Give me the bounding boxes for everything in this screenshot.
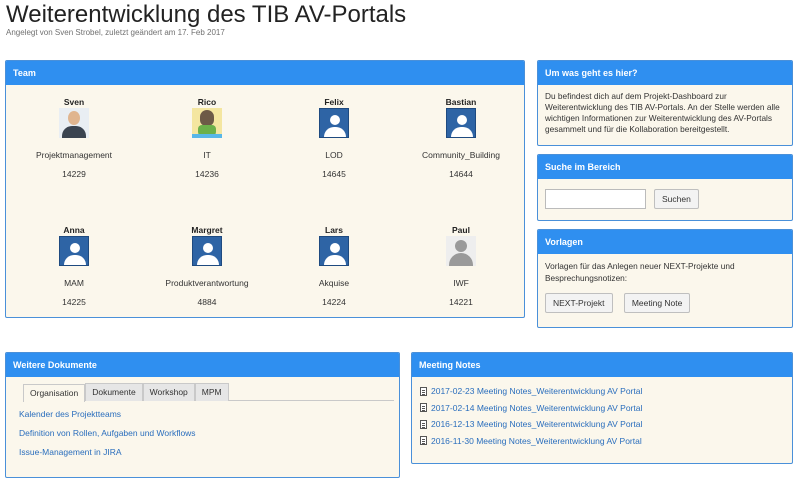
about-text: Du befindest dich auf dem Projekt-Dashbo… [545, 91, 780, 134]
member-number: 14645 [322, 169, 346, 179]
member-name[interactable]: Sven [14, 97, 134, 107]
next-project-template-button[interactable]: NEXT-Projekt [545, 293, 613, 313]
member-number: 14221 [449, 297, 473, 307]
grey-user-avatar-icon[interactable] [446, 236, 476, 266]
meeting-notes-panel-header: Meeting Notes [412, 353, 792, 377]
member-name[interactable]: Paul [401, 225, 521, 235]
meeting-note-link[interactable]: 2017-02-14 Meeting Notes_Weiterentwicklu… [431, 403, 642, 413]
tab-workshop[interactable]: Workshop [142, 383, 195, 401]
about-panel: Um was geht es hier? Du befindest dich a… [537, 60, 793, 146]
member-role: LOD [325, 150, 343, 160]
list-item: 2017-02-23 Meeting Notes_Weiterentwicklu… [420, 383, 792, 400]
member-number: 14229 [62, 169, 86, 179]
file-icon [420, 419, 427, 429]
member-name[interactable]: Rico [147, 97, 267, 107]
member-number: 14236 [195, 169, 219, 179]
member-number: 14224 [322, 297, 346, 307]
member-role: Akquise [318, 278, 350, 288]
list-item: 2016-11-30 Meeting Notes_Weiterentwicklu… [420, 433, 792, 450]
member-name[interactable]: Margret [147, 225, 267, 235]
member-number: 14225 [62, 297, 86, 307]
tab-organisation[interactable]: Organisation [23, 384, 86, 402]
documents-tabs: Organisation Dokumente Workshop MPM [23, 383, 394, 402]
member-role: Projektmanagement [35, 150, 113, 160]
team-grid: Sven Projektmanagement 14229 Rico IT 142… [6, 85, 524, 315]
team-member-paul[interactable]: Paul IWF 14221 [401, 225, 521, 307]
document-link[interactable]: Kalender des Projektteams [19, 405, 399, 424]
member-name[interactable]: Anna [14, 225, 134, 235]
page-title: Weiterentwicklung des TIB AV-Portals [6, 1, 407, 28]
file-icon [420, 403, 427, 413]
documents-panel-header: Weitere Dokumente [6, 353, 399, 377]
tab-mpm[interactable]: MPM [194, 383, 229, 401]
default-user-avatar-icon[interactable] [446, 108, 476, 138]
search-panel-header: Suche im Bereich [538, 155, 792, 179]
meeting-note-link[interactable]: 2017-02-23 Meeting Notes_Weiterentwicklu… [431, 386, 642, 396]
list-item: 2017-02-14 Meeting Notes_Weiterentwicklu… [420, 400, 792, 417]
member-role: IT [203, 150, 211, 160]
documents-panel: Weitere Dokumente Organisation Dokumente… [5, 352, 400, 478]
default-user-avatar-icon[interactable] [319, 108, 349, 138]
templates-panel: Vorlagen Vorlagen für das Anlegen neuer … [537, 229, 793, 328]
member-number: 14644 [449, 169, 473, 179]
team-panel-header: Team [6, 61, 524, 85]
default-user-avatar-icon[interactable] [59, 236, 89, 266]
page-byline: Angelegt von Sven Strobel, zuletzt geänd… [6, 28, 225, 37]
team-panel: Team Sven Projektmanagement 14229 Rico I… [5, 60, 525, 318]
team-member-sven[interactable]: Sven Projektmanagement 14229 [14, 97, 134, 179]
member-name[interactable]: Felix [274, 97, 394, 107]
documents-link-list: Kalender des Projektteams Definition von… [19, 405, 399, 462]
member-role: MAM [64, 278, 84, 288]
team-member-bastian[interactable]: Bastian Community_Building 14644 [401, 97, 521, 179]
team-member-felix[interactable]: Felix LOD 14645 [274, 97, 394, 179]
meeting-note-template-button[interactable]: Meeting Note [623, 293, 691, 313]
meeting-notes-panel: Meeting Notes 2017-02-23 Meeting Notes_W… [411, 352, 793, 464]
member-number: 4884 [197, 297, 217, 307]
team-member-lars[interactable]: Lars Akquise 14224 [274, 225, 394, 307]
list-item: 2016-12-13 Meeting Notes_Weiterentwicklu… [420, 416, 792, 433]
cartoon-avatar-icon[interactable] [192, 108, 222, 138]
member-name[interactable]: Lars [274, 225, 394, 235]
member-role: Community_Building [422, 150, 500, 160]
member-role: IWF [453, 278, 469, 288]
search-input[interactable] [545, 189, 646, 209]
team-member-margret[interactable]: Margret Produktverantwortung 4884 [147, 225, 267, 307]
team-member-rico[interactable]: Rico IT 14236 [147, 97, 267, 179]
search-panel: Suche im Bereich Suchen [537, 154, 793, 221]
member-name[interactable]: Bastian [401, 97, 521, 107]
member-role: Produktverantwortung [165, 278, 249, 288]
about-panel-header: Um was geht es hier? [538, 61, 792, 85]
meeting-note-link[interactable]: 2016-11-30 Meeting Notes_Weiterentwicklu… [431, 436, 642, 446]
document-link[interactable]: Definition von Rollen, Aufgaben und Work… [19, 424, 399, 443]
photo-avatar-icon[interactable] [59, 108, 89, 138]
team-member-anna[interactable]: Anna MAM 14225 [14, 225, 134, 307]
meeting-note-link[interactable]: 2016-12-13 Meeting Notes_Weiterentwicklu… [431, 419, 642, 429]
default-user-avatar-icon[interactable] [192, 236, 222, 266]
meeting-notes-list: 2017-02-23 Meeting Notes_Weiterentwicklu… [420, 383, 792, 449]
file-icon [420, 386, 427, 396]
tab-dokumente[interactable]: Dokumente [85, 383, 143, 401]
default-user-avatar-icon[interactable] [319, 236, 349, 266]
templates-text: Vorlagen für das Anlegen neuer NEXT-Proj… [545, 261, 735, 283]
file-icon [420, 436, 427, 446]
document-link[interactable]: Issue-Management in JIRA [19, 443, 399, 462]
templates-panel-header: Vorlagen [538, 230, 792, 254]
search-button[interactable]: Suchen [654, 189, 699, 209]
